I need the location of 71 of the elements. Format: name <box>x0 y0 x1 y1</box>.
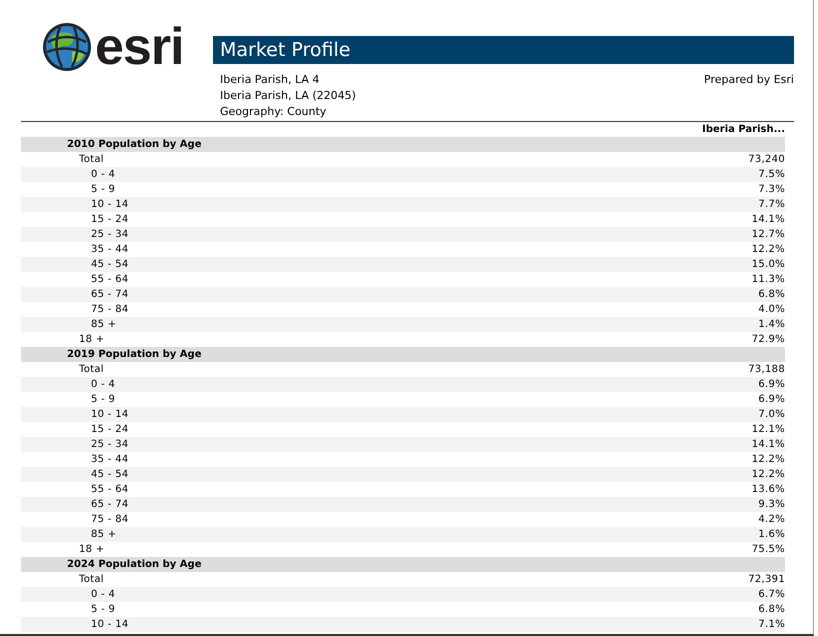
row-value: 7.3% <box>758 184 785 195</box>
location-line: Iberia Parish, LA (22045) <box>220 88 356 104</box>
row-value: 14.1% <box>752 439 785 450</box>
row-value: 73,188 <box>748 364 785 375</box>
row-value: 12.2% <box>752 244 785 255</box>
row-label: 75 - 84 <box>90 304 129 315</box>
row-label: 85 + <box>90 319 116 330</box>
row-label: 5 - 9 <box>90 184 116 195</box>
row-label: 45 - 54 <box>90 469 129 480</box>
row-label: 18 + <box>78 334 104 345</box>
logo-wordmark: esri <box>95 24 184 70</box>
row-label: 85 + <box>90 529 116 540</box>
row-label: 65 - 74 <box>90 499 129 510</box>
row-label: 45 - 54 <box>90 259 129 270</box>
row-label: 5 - 9 <box>90 604 116 615</box>
row-label: 15 - 24 <box>90 424 129 435</box>
row-label: Total <box>78 154 104 165</box>
row-value: 73,240 <box>748 154 785 165</box>
row-value: 6.8% <box>758 604 785 615</box>
row-value: 6.7% <box>758 589 785 600</box>
row-label: 5 - 9 <box>90 394 116 405</box>
row-value: 15.0% <box>752 259 785 270</box>
row-value: 1.6% <box>758 529 785 540</box>
row-value: 4.2% <box>758 514 785 525</box>
row-label: 55 - 64 <box>90 484 129 495</box>
row-label: 65 - 74 <box>90 289 129 300</box>
section-header: 2010 Population by Age <box>21 137 785 152</box>
row-value: 9.3% <box>758 499 785 510</box>
row-value: 75.5% <box>752 544 785 555</box>
row-value: 72,391 <box>748 574 785 585</box>
row-value: 7.1% <box>758 619 785 630</box>
location-line: Geography: County <box>220 104 328 120</box>
row-value: 7.0% <box>758 409 785 420</box>
row-label: 35 - 44 <box>90 244 129 255</box>
row-label: 0 - 4 <box>90 379 116 390</box>
row-label: 35 - 44 <box>90 454 129 465</box>
row-label: 0 - 4 <box>90 589 116 600</box>
section-header: 2019 Population by Age <box>21 347 785 362</box>
prepared-by: Prepared by Esri <box>704 72 794 88</box>
row-value: 4.0% <box>758 304 785 315</box>
row-value: 12.7% <box>752 229 785 240</box>
row-value: 12.2% <box>752 469 785 480</box>
row-label: 25 - 34 <box>90 439 129 450</box>
row-value: 11.3% <box>752 274 785 285</box>
row-label: 0 - 4 <box>90 169 116 180</box>
report-title: Market Profile <box>213 36 794 64</box>
column-header: Iberia Parish... <box>702 123 785 137</box>
row-value: 7.5% <box>758 169 785 180</box>
row-value: 13.6% <box>752 484 785 495</box>
row-label: 10 - 14 <box>90 409 129 420</box>
row-label: 15 - 24 <box>90 214 129 225</box>
row-value: 7.7% <box>758 199 785 210</box>
row-value: 72.9% <box>752 334 785 345</box>
row-value: 1.4% <box>758 319 785 330</box>
row-label: 55 - 64 <box>90 274 129 285</box>
row-value: 6.9% <box>758 379 785 390</box>
row-label: 10 - 14 <box>90 199 129 210</box>
globe-icon <box>42 22 92 72</box>
row-label: 25 - 34 <box>90 229 129 240</box>
row-label: Total <box>78 364 104 375</box>
row-value: 12.1% <box>752 424 785 435</box>
section-header: 2024 Population by Age <box>21 557 785 572</box>
row-value: 12.2% <box>752 454 785 465</box>
row-label: 18 + <box>78 544 104 555</box>
row-value: 14.1% <box>752 214 785 225</box>
row-label: Total <box>78 574 104 585</box>
row-value: 6.9% <box>758 394 785 405</box>
row-label: 10 - 14 <box>90 619 129 630</box>
location-line: Iberia Parish, LA 4 <box>220 72 320 88</box>
row-value: 6.8% <box>758 289 785 300</box>
row-label: 75 - 84 <box>90 514 129 525</box>
